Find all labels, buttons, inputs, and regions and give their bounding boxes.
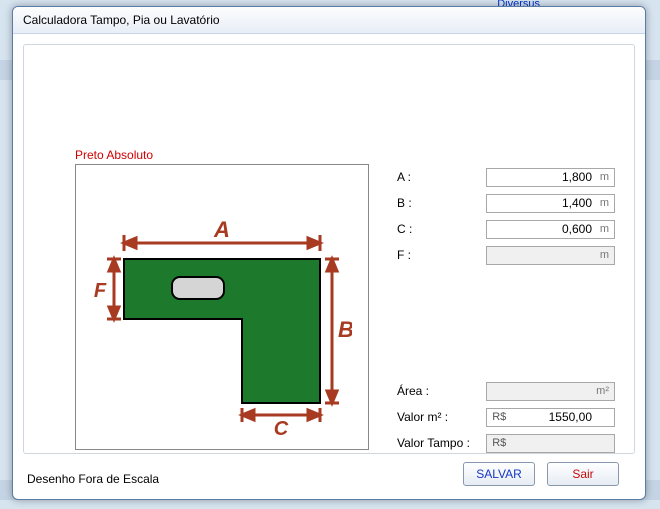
label-C: C : [397,222,486,236]
window-title: Calculadora Tampo, Pia ou Lavatório [23,13,220,27]
row-valor-tampo: Valor Tampo : R$ [397,432,615,454]
label-area: Área : [397,384,486,398]
label-valor-m2: Valor m² : [397,410,486,424]
row-A: A : m [397,166,615,188]
dialog-window: Calculadora Tampo, Pia ou Lavatório Pret… [12,6,646,500]
label-valor-tampo: Valor Tampo : [397,436,486,450]
input-A[interactable] [486,168,615,187]
label-F: F : [397,248,486,262]
label-A: A : [397,170,486,184]
output-area [486,382,615,401]
app-background: Diversus Calculadora Tampo, Pia ou Lavat… [0,0,660,509]
dim-B-label: B [338,317,352,342]
row-C: C : m [397,218,615,240]
dim-F-label: F [94,280,107,302]
input-valor-m2[interactable] [486,408,615,427]
client-area: Preto Absoluto A [13,34,645,500]
shape-preview: A F [75,164,369,450]
row-valor-m2: Valor m² : R$ [397,406,615,428]
input-B[interactable] [486,194,615,213]
shape-svg: A F [92,179,352,439]
label-B: B : [397,196,486,210]
exit-button[interactable]: Sair [547,462,619,486]
input-C[interactable] [486,220,615,239]
dialog-buttons: SALVAR Sair [463,462,619,486]
output-valor-tampo [486,434,615,453]
dimension-fields: A : m B : m C : [397,166,615,270]
sink-cutout-icon [172,277,224,299]
row-B: B : m [397,192,615,214]
row-area: Área : m² [397,380,615,402]
row-F: F : m [397,244,615,266]
save-button[interactable]: SALVAR [463,462,535,486]
result-fields: Área : m² Valor m² : R$ Valor Tampo : [397,380,615,458]
dim-B-icon [325,259,339,403]
input-F[interactable] [486,246,615,265]
dim-A-label: A [213,217,230,242]
material-name: Preto Absoluto [75,148,153,162]
dim-C-label: C [274,418,289,439]
dim-F-icon [107,259,121,319]
scale-note: Desenho Fora de Escala [27,472,159,486]
window-titlebar: Calculadora Tampo, Pia ou Lavatório [13,7,645,34]
